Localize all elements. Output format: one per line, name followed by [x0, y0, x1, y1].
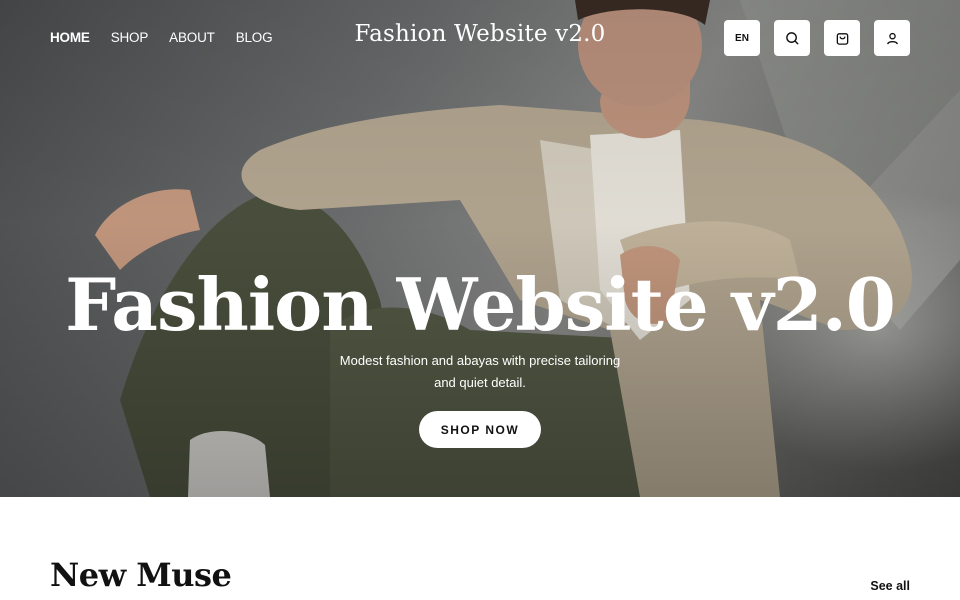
hero-heading: Fashion Website v2.0: [65, 262, 896, 347]
search-icon: [785, 31, 799, 45]
cart-icon: [836, 32, 848, 45]
search-button[interactable]: [774, 20, 810, 56]
shop-now-button[interactable]: SHOP NOW: [419, 411, 541, 448]
language-label: EN: [735, 32, 749, 44]
language-button[interactable]: EN: [724, 20, 760, 56]
header-actions: EN: [724, 20, 910, 56]
user-icon: [886, 32, 898, 44]
section-title: New Muse: [50, 556, 232, 594]
account-button[interactable]: [874, 20, 910, 56]
hero-subtitle: Modest fashion and abayas with precise t…: [339, 353, 621, 390]
cart-button[interactable]: [824, 20, 860, 56]
see-all-link[interactable]: See all: [870, 579, 910, 593]
